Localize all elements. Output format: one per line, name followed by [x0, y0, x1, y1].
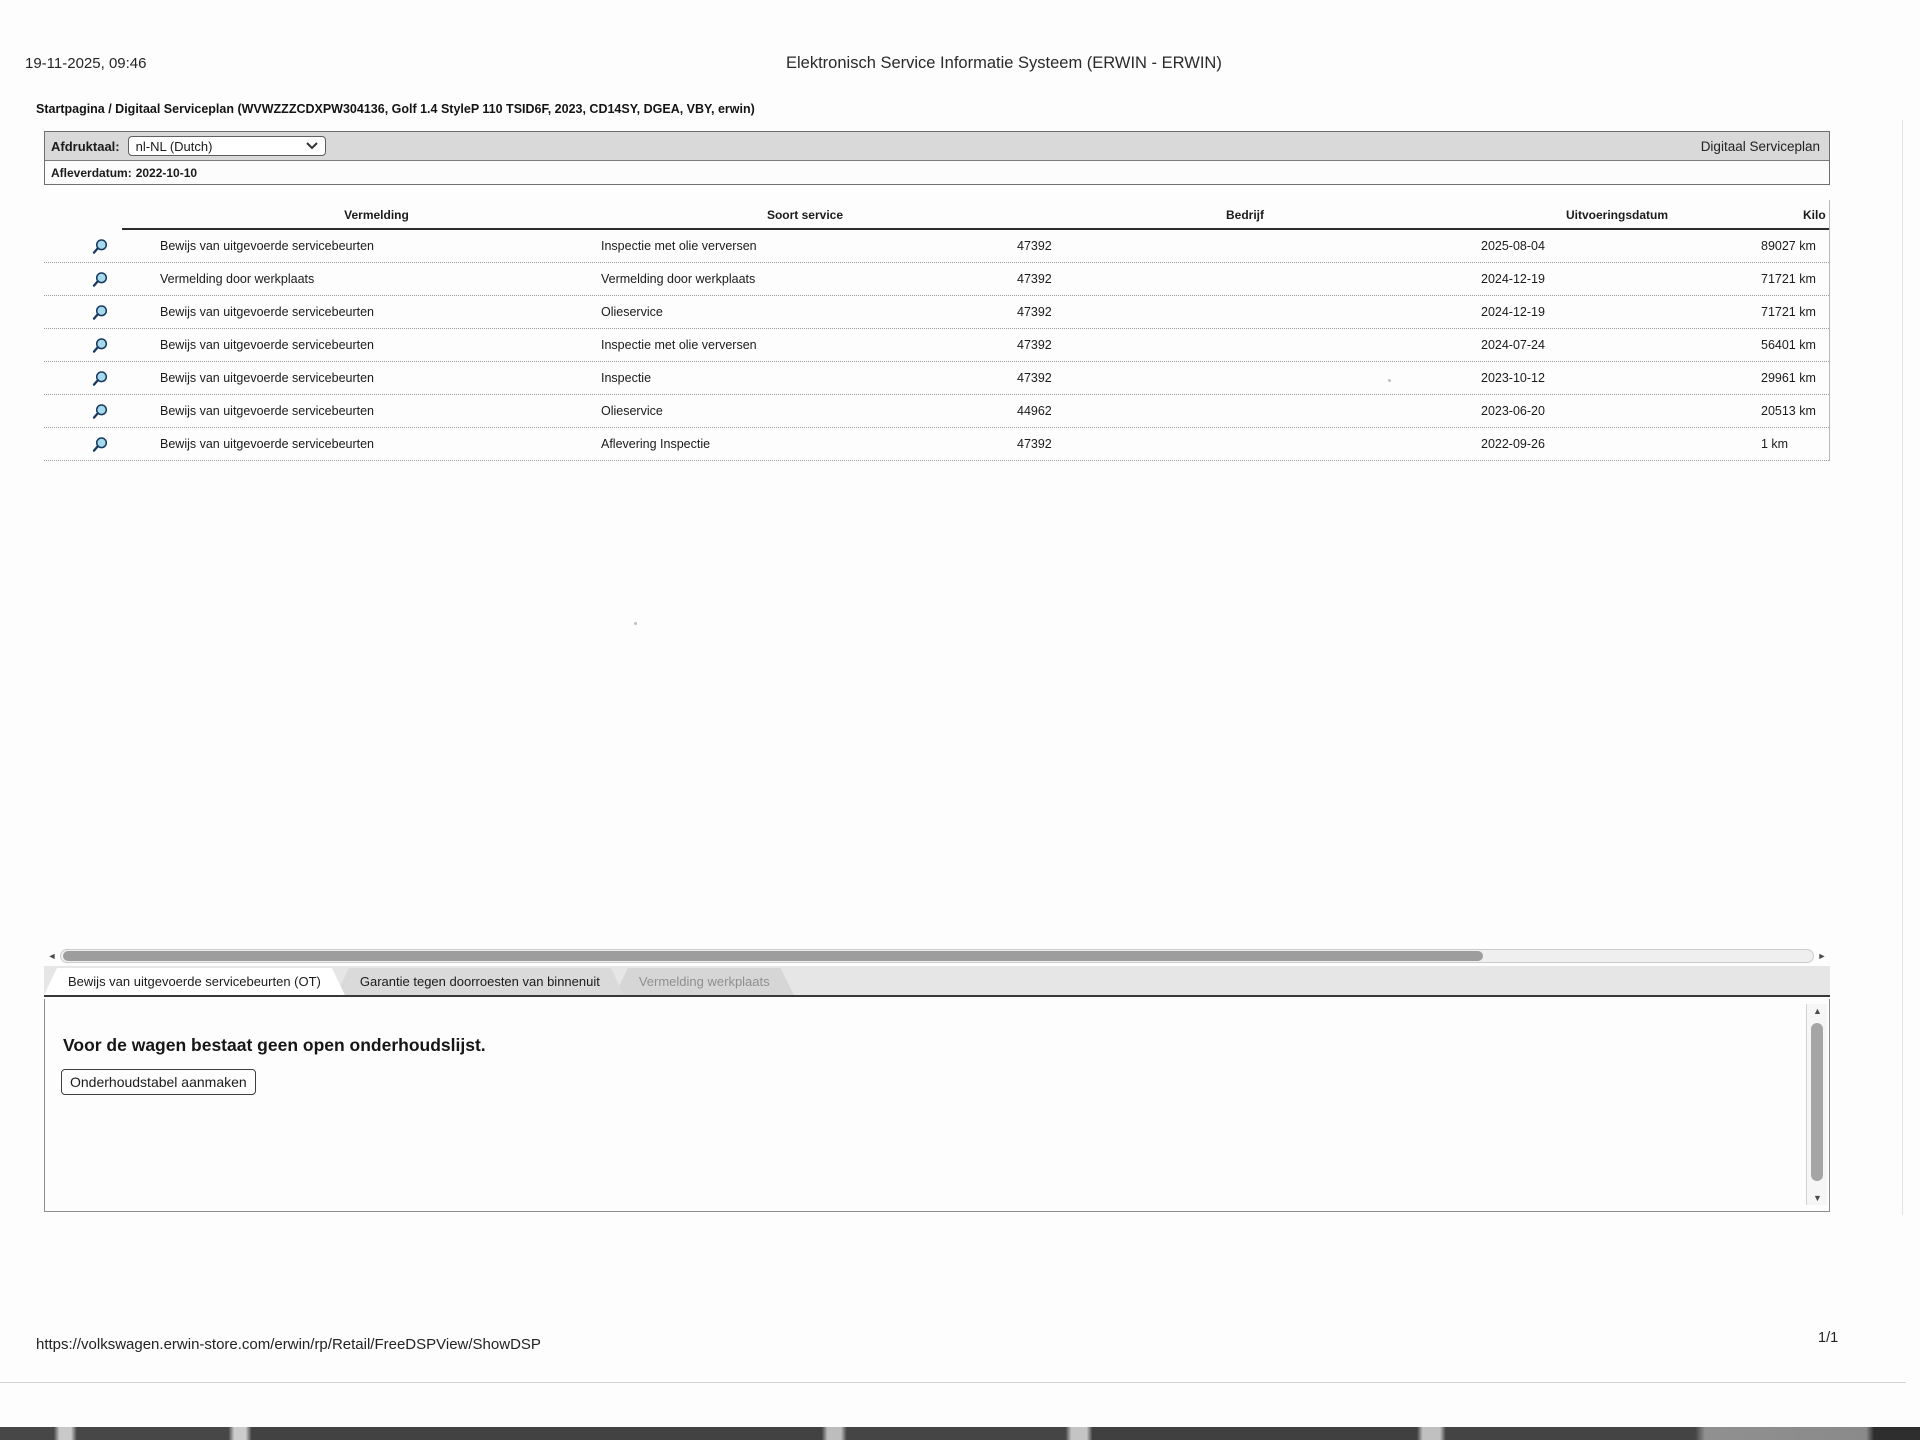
magnifier-icon[interactable] — [92, 337, 109, 354]
cell-uitvoeringsdatum: 2024-12-19 — [1477, 305, 1757, 319]
tab-garantie-doorroesten[interactable]: Garantie tegen doorroesten van binnenuit — [336, 968, 624, 995]
printed-page: 19-11-2025, 09:46 Elektronisch Service I… — [0, 0, 1920, 1440]
column-header-vermelding: Vermelding — [156, 208, 597, 222]
column-header-uitvoeringsdatum: Uitvoeringsdatum — [1477, 208, 1757, 222]
table-row: Bewijs van uitgevoerde servicebeurten Af… — [44, 428, 1829, 461]
cell-bedrijf: 47392 — [1013, 371, 1477, 385]
cell-soort-service: Inspectie — [597, 371, 1013, 385]
scroll-right-icon[interactable]: ► — [1814, 948, 1830, 964]
cell-kilometerstand: 29961 km — [1757, 371, 1830, 385]
magnifier-icon[interactable] — [92, 271, 109, 288]
cell-soort-service: Aflevering Inspectie — [597, 437, 1013, 451]
app-title: Elektronisch Service Informatie Systeem … — [786, 54, 1222, 73]
cell-uitvoeringsdatum: 2023-10-12 — [1477, 371, 1757, 385]
table-row: Bewijs van uitgevoerde servicebeurten In… — [44, 329, 1829, 362]
print-language-label: Afdruktaal: — [51, 139, 120, 154]
create-maintenance-table-button[interactable]: Onderhoudstabel aanmaken — [61, 1069, 256, 1095]
cell-vermelding: Bewijs van uitgevoerde servicebeurten — [156, 305, 597, 319]
table-row: Bewijs van uitgevoerde servicebeurten In… — [44, 362, 1829, 395]
cell-kilometerstand: 89027 km — [1757, 239, 1830, 253]
cell-bedrijf: 47392 — [1013, 305, 1477, 319]
scan-speck — [634, 622, 637, 625]
vertical-scrollbar-thumb[interactable] — [1811, 1023, 1823, 1181]
cell-soort-service: Inspectie met olie verversen — [597, 338, 1013, 352]
horizontal-scrollbar-thumb[interactable] — [63, 951, 1483, 961]
footer-url: https://volkswagen.erwin-store.com/erwin… — [36, 1336, 541, 1353]
cell-vermelding: Bewijs van uitgevoerde servicebeurten — [156, 239, 597, 253]
cell-vermelding: Bewijs van uitgevoerde servicebeurten — [156, 404, 597, 418]
maintenance-panel: Voor de wagen bestaat geen open onderhou… — [44, 999, 1830, 1212]
scroll-up-icon[interactable]: ▲ — [1807, 1006, 1828, 1016]
delivery-date-row: Afleverdatum: 2022-10-10 — [45, 161, 1829, 184]
service-history-table: Vermelding Soort service Bedrijf Uitvoer… — [44, 200, 1830, 461]
cell-uitvoeringsdatum: 2023-06-20 — [1477, 404, 1757, 418]
cell-bedrijf: 47392 — [1013, 338, 1477, 352]
magnifier-icon[interactable] — [92, 403, 109, 420]
tab-vermelding-werkplaats: Vermelding werkplaats — [615, 968, 794, 995]
cell-vermelding: Vermelding door werkplaats — [156, 272, 597, 286]
cell-uitvoeringsdatum: 2024-12-19 — [1477, 272, 1757, 286]
cell-kilometerstand: 56401 km — [1757, 338, 1830, 352]
magnifier-icon[interactable] — [92, 238, 109, 255]
horizontal-scrollbar[interactable]: ◄ ► — [44, 948, 1830, 964]
breadcrumb: Startpagina / Digitaal Serviceplan (WVWZ… — [36, 102, 755, 116]
cell-soort-service: Inspectie met olie verversen — [597, 239, 1013, 253]
cell-bedrijf: 44962 — [1013, 404, 1477, 418]
cell-vermelding: Bewijs van uitgevoerde servicebeurten — [156, 371, 597, 385]
table-header-row: Vermelding Soort service Bedrijf Uitvoer… — [44, 200, 1829, 230]
serviceplan-panel: Afdruktaal: nl-NL (Dutch) Digitaal Servi… — [44, 131, 1830, 1212]
page-number: 1/1 — [1818, 1330, 1838, 1346]
scroll-down-icon[interactable]: ▼ — [1807, 1193, 1828, 1203]
scan-speck — [1388, 379, 1391, 382]
scan-page-edge — [1902, 120, 1903, 1215]
print-datetime: 19-11-2025, 09:46 — [25, 55, 147, 72]
horizontal-scrollbar-track[interactable] — [60, 949, 1814, 963]
cell-bedrijf: 47392 — [1013, 239, 1477, 253]
chevron-down-icon — [306, 142, 318, 150]
cell-bedrijf: 47392 — [1013, 272, 1477, 286]
table-row: Vermelding door werkplaats Vermelding do… — [44, 263, 1829, 296]
cell-uitvoeringsdatum: 2025-08-04 — [1477, 239, 1757, 253]
column-header-bedrijf: Bedrijf — [1013, 208, 1477, 222]
delivery-date-label: Afleverdatum: — [51, 166, 132, 180]
delivery-date-value: 2022-10-10 — [136, 166, 197, 180]
cell-kilometerstand: 71721 km — [1757, 272, 1830, 286]
scroll-left-icon[interactable]: ◄ — [44, 948, 60, 964]
table-row: Bewijs van uitgevoerde servicebeurten Ol… — [44, 296, 1829, 329]
print-language-value: nl-NL (Dutch) — [136, 139, 213, 154]
magnifier-icon[interactable] — [92, 370, 109, 387]
table-row: Bewijs van uitgevoerde servicebeurten In… — [44, 230, 1829, 263]
cell-soort-service: Vermelding door werkplaats — [597, 272, 1013, 286]
no-open-maintenance-message: Voor de wagen bestaat geen open onderhou… — [63, 1035, 486, 1056]
cell-vermelding: Bewijs van uitgevoerde servicebeurten — [156, 338, 597, 352]
panel-header: Afdruktaal: nl-NL (Dutch) Digitaal Servi… — [44, 131, 1830, 185]
cell-uitvoeringsdatum: 2022-09-26 — [1477, 437, 1757, 451]
cell-bedrijf: 47392 — [1013, 437, 1477, 451]
table-row: Bewijs van uitgevoerde servicebeurten Ol… — [44, 395, 1829, 428]
cell-soort-service: Olieservice — [597, 305, 1013, 319]
column-header-soort-service: Soort service — [597, 208, 1013, 222]
cell-soort-service: Olieservice — [597, 404, 1013, 418]
panel-title: Digitaal Serviceplan — [1701, 139, 1823, 154]
tab-strip: Bewijs van uitgevoerde servicebeurten (O… — [44, 966, 1830, 997]
tab-bewijs-servicebeurten[interactable]: Bewijs van uitgevoerde servicebeurten (O… — [44, 968, 345, 995]
cell-vermelding: Bewijs van uitgevoerde servicebeurten — [156, 437, 597, 451]
print-language-select[interactable]: nl-NL (Dutch) — [128, 136, 326, 156]
scan-artifact-band — [0, 1427, 1920, 1440]
magnifier-icon[interactable] — [92, 304, 109, 321]
cell-kilometerstand: 20513 km — [1757, 404, 1830, 418]
vertical-scrollbar[interactable]: ▲ ▼ — [1806, 1004, 1827, 1205]
magnifier-icon[interactable] — [92, 436, 109, 453]
cell-kilometerstand: 71721 km — [1757, 305, 1830, 319]
column-header-kilometerstand: Kilo — [1757, 208, 1830, 222]
cell-kilometerstand: 1 km — [1757, 437, 1830, 451]
scan-artifact-line — [0, 1382, 1906, 1383]
cell-uitvoeringsdatum: 2024-07-24 — [1477, 338, 1757, 352]
print-toolbar: Afdruktaal: nl-NL (Dutch) Digitaal Servi… — [45, 132, 1829, 161]
